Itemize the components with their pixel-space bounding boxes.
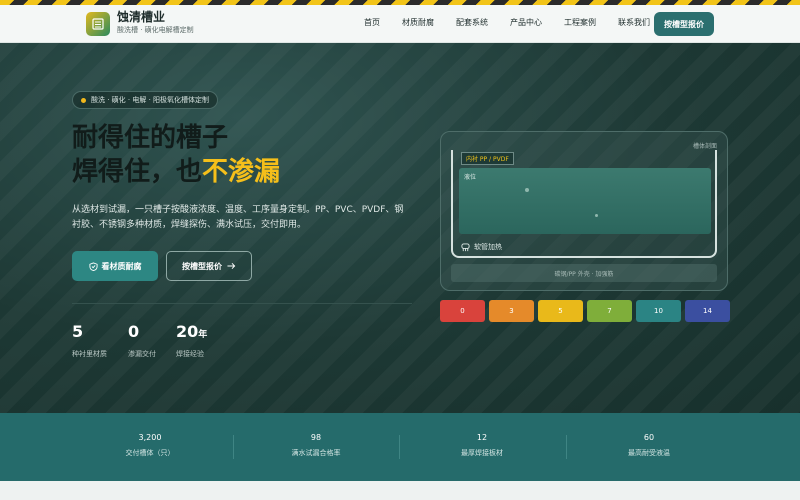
ph-scale: 0 3 5 7 10 14 [440, 300, 730, 322]
logo-icon[interactable] [86, 12, 110, 36]
band-stat-pass-rate: 98 满水试漏合格率 [233, 433, 399, 458]
band-stat-value: 98 [310, 433, 322, 442]
page-footer-strip [0, 481, 800, 500]
brand[interactable]: 蚀清槽业 酸洗槽 · 磺化电解槽定制 [117, 10, 194, 36]
shield-icon [88, 261, 98, 271]
stats-band: 3,200 交付槽体（只） 98 满水试漏合格率 12 最厚焊接板材 60 最高… [0, 413, 800, 481]
liquid-label: 液位 [464, 174, 477, 181]
band-stat-value: 60 [643, 433, 655, 442]
hero-title-line1: 耐得住的槽子 [72, 123, 229, 153]
site-header: 蚀清槽业 酸洗槽 · 磺化电解槽定制 首页 材质耐腐 配套系统 产品中心 工程案… [0, 5, 800, 43]
band-stat-thickness: 12 最厚焊接板材 [399, 433, 565, 458]
bubble [525, 188, 529, 192]
stat-label: 渗漏交付 [128, 350, 156, 358]
arrow-right-icon [227, 262, 236, 270]
hero-divider [72, 303, 412, 304]
hero-title-line2: 焊得住，也 [72, 157, 203, 187]
hero-title-highlight: 不渗漏 [202, 157, 281, 187]
hero-title: 耐得住的槽子 焊得住，也不渗漏 [72, 121, 280, 189]
stat-leak-free: 0 渗漏交付 [128, 322, 156, 359]
heater-icon [461, 242, 470, 251]
lining-label: 内衬 PP / PVDF [461, 152, 514, 165]
nav-item-materials[interactable]: 材质耐腐 [402, 17, 434, 28]
band-stat-label: 满水试漏合格率 [291, 449, 341, 457]
ph-swatch: 0 [440, 300, 485, 322]
hero-description: 从选材到试漏，一只槽子按酸液浓度、温度、工序量身定制。PP、PVC、PVDF、钢… [72, 205, 404, 230]
ph-swatch: 14 [685, 300, 730, 322]
band-stat-temperature: 60 最高耐受液温 [566, 433, 732, 458]
dot-icon [81, 97, 86, 103]
ph-swatch: 5 [538, 300, 583, 322]
view-materials-label: 看材质耐腐 [101, 261, 142, 271]
stat-value: 20 [176, 322, 199, 341]
main-nav: 首页 材质耐腐 配套系统 产品中心 工程案例 联系我们 [364, 17, 672, 28]
hero-chip: 酸洗 · 磺化 · 电解 · 阳极氧化槽体定制 [72, 91, 219, 109]
hero-chip-label: 酸洗 · 磺化 · 电解 · 阳极氧化槽体定制 [91, 96, 210, 104]
nav-item-home[interactable]: 首页 [364, 17, 380, 28]
diagram-caption: 槽体剖面 [692, 143, 717, 150]
stat-label: 焊接经验 [176, 350, 204, 358]
quote-by-type-label: 按槽型报价 [182, 261, 222, 271]
bubble [595, 214, 598, 217]
view-materials-button[interactable]: 看材质耐腐 [72, 251, 158, 281]
stat-label: 种衬里材质 [72, 350, 107, 358]
brand-subtitle: 酸洗槽 · 磺化电解槽定制 [117, 26, 194, 34]
stat-materials: 5 种衬里材质 [72, 322, 107, 359]
band-stat-label: 最厚焊接板材 [461, 449, 503, 457]
band-stat-label: 最高耐受液温 [628, 449, 670, 457]
stat-value: 0 [128, 322, 140, 341]
band-stat-delivered: 3,200 交付槽体（只） [67, 433, 233, 458]
band-stat-value: 3,200 [138, 433, 162, 442]
brand-title: 蚀清槽业 [117, 10, 166, 24]
quote-button[interactable]: 按槽型报价 [654, 12, 714, 36]
nav-item-systems[interactable]: 配套系统 [456, 17, 488, 28]
stat-value: 5 [72, 322, 84, 341]
ph-swatch: 10 [636, 300, 681, 322]
heater: 软管加热 [461, 242, 502, 252]
heater-label: 软管加热 [474, 243, 502, 251]
hero-section: 酸洗 · 磺化 · 电解 · 阳极氧化槽体定制 耐得住的槽子 焊得住，也不渗漏 … [0, 43, 800, 413]
band-stat-label: 交付槽体（只） [125, 449, 175, 457]
band-stat-value: 12 [476, 433, 488, 442]
ph-swatch: 7 [587, 300, 632, 322]
tank-diagram: 槽体剖面 内衬 PP / PVDF 液位 软管加热 碳钢/PP 外壳 · 加强筋 [440, 131, 728, 291]
stat-unit: 年 [198, 330, 208, 340]
ph-swatch: 3 [489, 300, 534, 322]
nav-item-cases[interactable]: 工程案例 [564, 17, 596, 28]
tank-wall: 内衬 PP / PVDF 液位 软管加热 [451, 150, 717, 258]
tank-base: 碳钢/PP 外壳 · 加强筋 [451, 264, 717, 282]
stat-experience: 20年 焊接经验 [176, 322, 207, 359]
quote-by-type-button[interactable]: 按槽型报价 [166, 251, 252, 281]
nav-item-products[interactable]: 产品中心 [510, 17, 542, 28]
tank-liquid: 液位 [459, 168, 711, 234]
nav-item-contact[interactable]: 联系我们 [618, 17, 650, 28]
